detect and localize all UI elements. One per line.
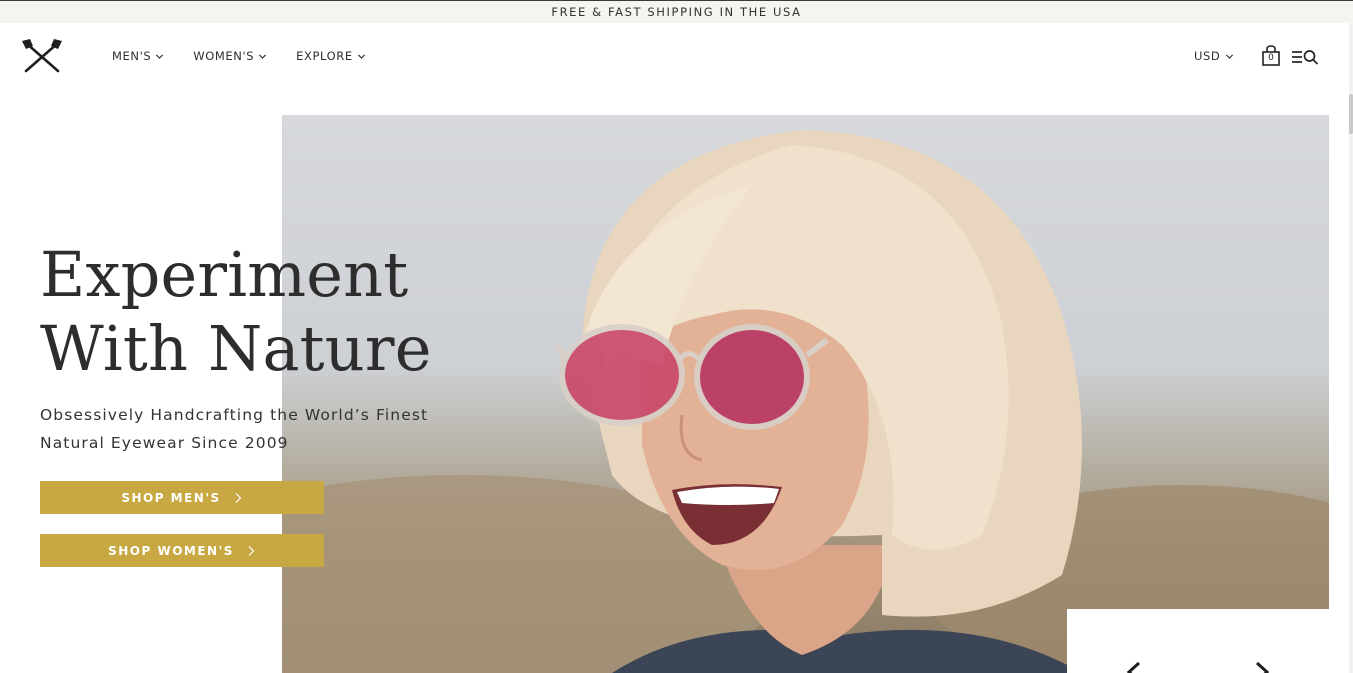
hero-headline: Experiment With Nature: [40, 238, 460, 386]
currency-label: USD: [1194, 49, 1221, 63]
hero-headline-line2: With Nature: [40, 312, 432, 385]
nav-mens-label: MEN'S: [112, 49, 152, 63]
hero-photo: [282, 115, 1329, 673]
menu-search-icon[interactable]: [1291, 49, 1319, 65]
hero-subheading-line1: Obsessively Handcrafting the World’s Fin…: [40, 406, 429, 424]
chevron-left-icon[interactable]: [1123, 661, 1145, 673]
shop-womens-button[interactable]: SHOP WOMEN'S: [40, 534, 324, 567]
shop-mens-label: SHOP MEN'S: [121, 490, 221, 505]
nav-explore-label: EXPLORE: [296, 49, 353, 63]
nav-womens[interactable]: WOMEN'S: [193, 49, 267, 63]
chevron-down-icon: [259, 53, 267, 59]
nav-womens-label: WOMEN'S: [193, 49, 255, 63]
announcement-text: FREE & FAST SHIPPING IN THE USA: [551, 5, 802, 19]
hero-headline-line1: Experiment: [40, 238, 409, 311]
site-header: MEN'S WOMEN'S EXPLORE USD 0: [0, 23, 1353, 93]
cart-count: 0: [1268, 53, 1274, 63]
hero-illustration: [282, 130, 1329, 673]
chevron-down-icon: [357, 53, 365, 59]
crossed-axes-icon[interactable]: [20, 38, 64, 74]
hero-subheading-line2: Natural Eyewear Since 2009: [40, 434, 289, 452]
chevron-right-icon[interactable]: [1251, 661, 1273, 673]
shop-womens-label: SHOP WOMEN'S: [108, 543, 234, 558]
nav-mens[interactable]: MEN'S: [112, 49, 164, 63]
chevron-down-icon: [1226, 53, 1234, 59]
slider-navigation: [1067, 609, 1329, 673]
hero-subheading: Obsessively Handcrafting the World’s Fin…: [40, 401, 470, 457]
cart-button[interactable]: 0: [1261, 45, 1281, 67]
announcement-bar: FREE & FAST SHIPPING IN THE USA: [0, 0, 1353, 23]
shop-mens-button[interactable]: SHOP MEN'S: [40, 481, 324, 514]
main-nav: MEN'S WOMEN'S EXPLORE: [112, 49, 395, 63]
scrollbar-thumb[interactable]: [1349, 94, 1353, 134]
chevron-right-icon: [235, 492, 242, 503]
currency-selector[interactable]: USD: [1194, 49, 1234, 63]
chevron-right-icon: [248, 545, 255, 556]
chevron-down-icon: [156, 53, 164, 59]
nav-explore[interactable]: EXPLORE: [296, 49, 366, 63]
